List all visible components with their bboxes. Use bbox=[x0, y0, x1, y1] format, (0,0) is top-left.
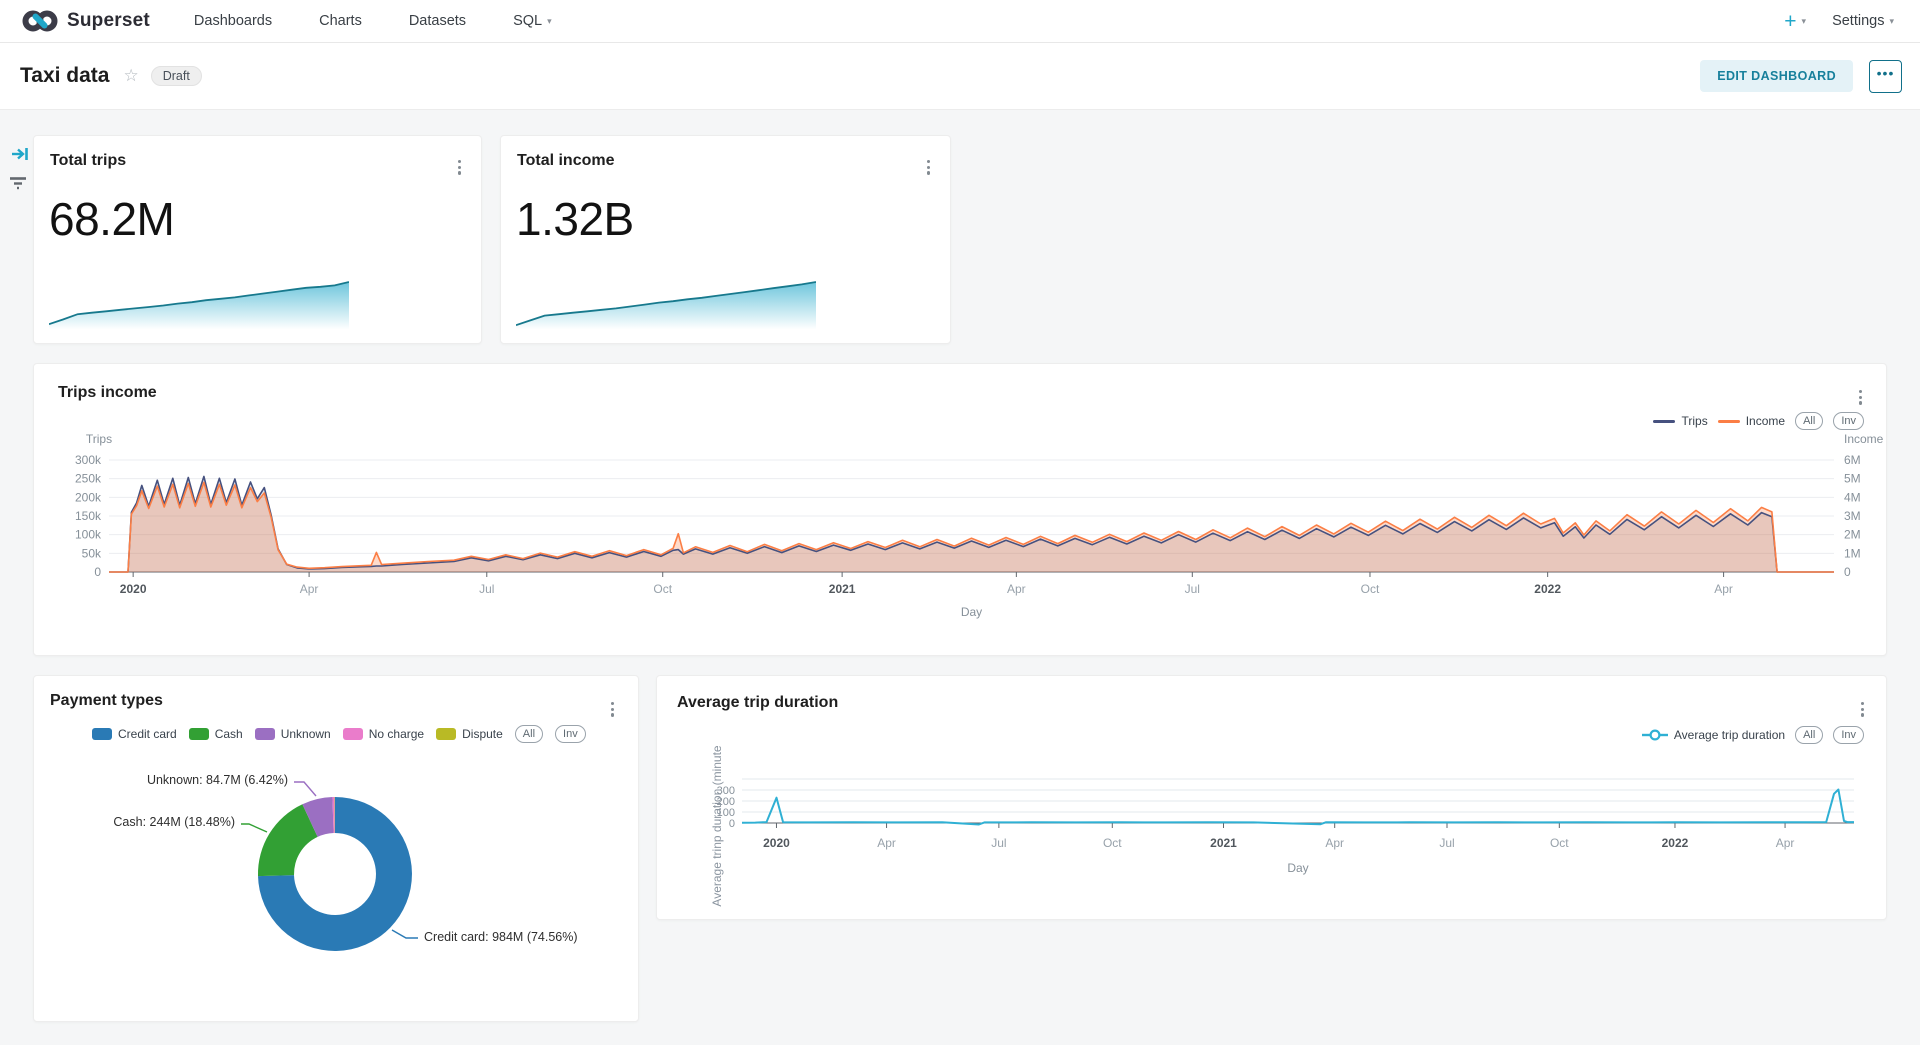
chart-title: Total income bbox=[517, 152, 615, 170]
nav-menu: Dashboards Charts Datasets SQL ▾ bbox=[194, 13, 552, 29]
avg-trip-duration-chart: 3002001000Average trinp duration (minute… bbox=[657, 676, 1888, 921]
donut-callout-credit-card: Credit card: 984M (74.56%) bbox=[424, 930, 578, 944]
svg-text:Apr: Apr bbox=[1714, 582, 1733, 596]
donut-callout-cash: Cash: 244M (18.48%) bbox=[54, 815, 235, 829]
svg-text:1M: 1M bbox=[1844, 546, 1861, 560]
top-nav: Superset Dashboards Charts Datasets SQL ▾ + … bbox=[0, 0, 1920, 43]
settings-label: Settings bbox=[1832, 13, 1884, 29]
svg-text:Jul: Jul bbox=[991, 836, 1006, 850]
superset-logo[interactable]: Superset bbox=[22, 8, 150, 34]
svg-text:Jul: Jul bbox=[479, 582, 494, 596]
dashboard-header: Taxi data ☆ Draft EDIT DASHBOARD ••• bbox=[0, 43, 1920, 110]
expand-filter-bar-icon[interactable] bbox=[11, 146, 30, 162]
total-trips-sparkline bbox=[49, 278, 349, 332]
donut-callout-unknown: Unknown: 84.7M (6.42%) bbox=[54, 773, 288, 787]
svg-text:Oct: Oct bbox=[1550, 836, 1569, 850]
svg-text:0: 0 bbox=[1844, 565, 1851, 579]
superset-infinity-icon bbox=[22, 8, 58, 34]
total-income-sparkline bbox=[516, 278, 816, 332]
svg-text:200k: 200k bbox=[75, 490, 102, 504]
svg-text:Day: Day bbox=[1287, 861, 1308, 875]
svg-text:Apr: Apr bbox=[300, 582, 319, 596]
chart-title: Total trips bbox=[50, 152, 126, 170]
edit-dashboard-button[interactable]: EDIT DASHBOARD bbox=[1700, 60, 1853, 92]
svg-text:Oct: Oct bbox=[1103, 836, 1122, 850]
brand-name: Superset bbox=[67, 10, 150, 32]
total-trips-card: Total trips 68.2M bbox=[33, 135, 482, 344]
svg-text:Jul: Jul bbox=[1439, 836, 1454, 850]
avg-trip-duration-card: Average trip duration Average trip durat… bbox=[656, 675, 1887, 920]
svg-text:Jul: Jul bbox=[1185, 582, 1200, 596]
svg-text:2022: 2022 bbox=[1534, 582, 1561, 596]
svg-text:250k: 250k bbox=[75, 472, 102, 486]
chart-menu-kebab-icon[interactable] bbox=[923, 156, 934, 179]
svg-text:2020: 2020 bbox=[120, 582, 147, 596]
chart-menu-kebab-icon[interactable] bbox=[454, 156, 465, 179]
payment-types-card: Payment types Credit cardCashUnknownNo c… bbox=[33, 675, 639, 1022]
big-number-value: 68.2M bbox=[49, 192, 174, 246]
svg-text:2022: 2022 bbox=[1662, 836, 1689, 850]
svg-text:Apr: Apr bbox=[1325, 836, 1344, 850]
nav-item-dashboards[interactable]: Dashboards bbox=[194, 13, 272, 29]
svg-text:Income: Income bbox=[1844, 432, 1884, 446]
svg-text:100k: 100k bbox=[75, 528, 102, 542]
chevron-down-icon: ▾ bbox=[1889, 16, 1894, 27]
more-options-button[interactable]: ••• bbox=[1869, 60, 1902, 93]
big-number-value: 1.32B bbox=[516, 192, 634, 246]
nav-item-label: Datasets bbox=[409, 13, 466, 29]
svg-text:Apr: Apr bbox=[1007, 582, 1026, 596]
page-title: Taxi data bbox=[20, 64, 109, 88]
svg-text:Average trinp duration (minute: Average trinp duration (minute bbox=[710, 745, 724, 907]
svg-text:3M: 3M bbox=[1844, 509, 1861, 523]
plus-icon: + bbox=[1784, 11, 1796, 32]
svg-text:2020: 2020 bbox=[763, 836, 790, 850]
svg-text:Apr: Apr bbox=[877, 836, 896, 850]
favorite-star-icon[interactable]: ☆ bbox=[123, 66, 138, 86]
nav-item-label: Dashboards bbox=[194, 13, 272, 29]
nav-item-label: SQL bbox=[513, 13, 542, 29]
new-item-button[interactable]: + ▾ bbox=[1784, 11, 1806, 32]
svg-text:5M: 5M bbox=[1844, 472, 1861, 486]
draft-badge: Draft bbox=[151, 66, 202, 86]
nav-item-label: Charts bbox=[319, 13, 362, 29]
trips-income-chart: 300k250k200k150k100k50k06M5M4M3M2M1M0Tri… bbox=[34, 364, 1888, 657]
chevron-down-icon: ▾ bbox=[1802, 16, 1807, 27]
svg-text:2021: 2021 bbox=[1210, 836, 1237, 850]
total-income-card: Total income 1.32B bbox=[500, 135, 951, 344]
chevron-down-icon: ▾ bbox=[547, 16, 552, 27]
svg-text:2M: 2M bbox=[1844, 528, 1861, 542]
svg-text:Oct: Oct bbox=[653, 582, 672, 596]
svg-text:Oct: Oct bbox=[1361, 582, 1380, 596]
svg-text:Day: Day bbox=[961, 605, 982, 619]
svg-text:4M: 4M bbox=[1844, 490, 1861, 504]
svg-text:300k: 300k bbox=[75, 453, 102, 467]
svg-text:50k: 50k bbox=[82, 546, 102, 560]
svg-text:0: 0 bbox=[94, 565, 101, 579]
payment-types-donut bbox=[34, 676, 640, 1023]
nav-item-sql[interactable]: SQL ▾ bbox=[513, 13, 552, 29]
filter-icon[interactable] bbox=[8, 176, 28, 190]
svg-text:0: 0 bbox=[729, 818, 735, 830]
nav-right: + ▾ Settings ▾ bbox=[1784, 11, 1920, 32]
nav-item-charts[interactable]: Charts bbox=[319, 13, 362, 29]
settings-menu[interactable]: Settings ▾ bbox=[1832, 13, 1894, 29]
svg-text:6M: 6M bbox=[1844, 453, 1861, 467]
dashboard-canvas: Total trips 68.2M Total income 1.32B Tri… bbox=[0, 110, 1920, 1045]
svg-text:Apr: Apr bbox=[1776, 836, 1795, 850]
svg-text:Trips: Trips bbox=[86, 432, 112, 446]
svg-text:150k: 150k bbox=[75, 509, 102, 523]
nav-item-datasets[interactable]: Datasets bbox=[409, 13, 466, 29]
trips-income-card: Trips income TripsIncomeAllInv 300k250k2… bbox=[33, 363, 1887, 656]
svg-text:2021: 2021 bbox=[829, 582, 856, 596]
